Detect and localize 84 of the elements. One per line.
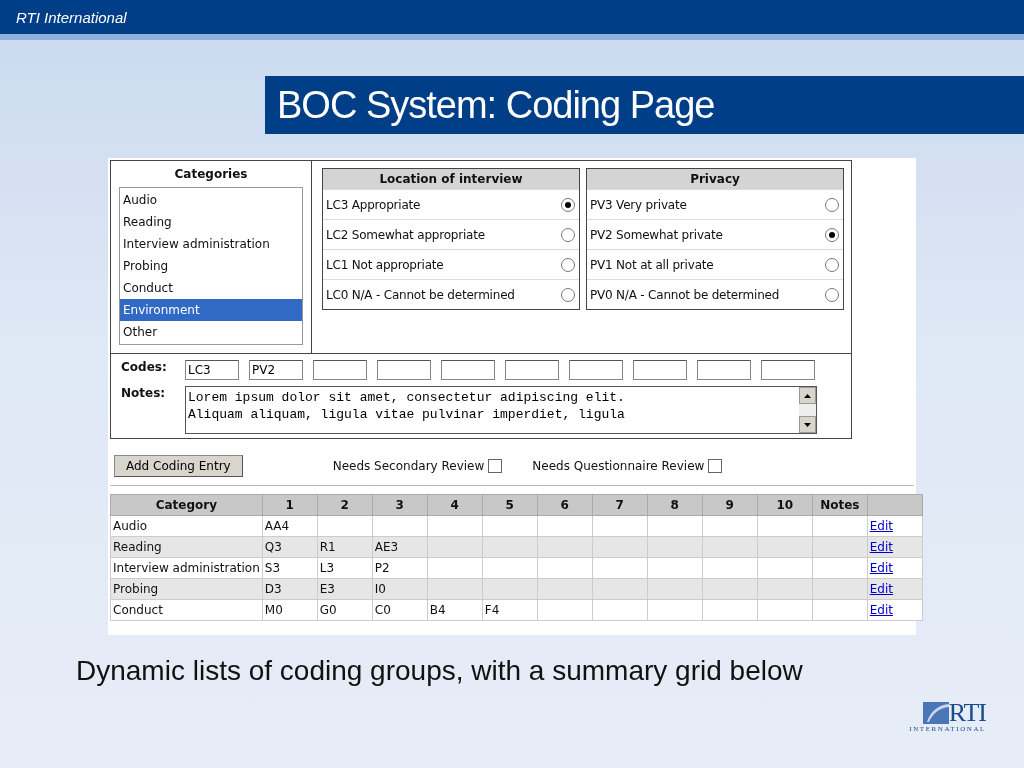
category-cell: Reading xyxy=(113,540,162,554)
code-cell: R1 xyxy=(319,540,336,554)
option-label: LC3 Appropriate xyxy=(326,197,421,212)
column-header: 7 xyxy=(592,494,648,516)
slide-caption: Dynamic lists of coding groups, with a summary grid below xyxy=(76,655,804,687)
radio-button[interactable] xyxy=(825,257,839,272)
option-label: PV1 Not at all private xyxy=(590,257,714,272)
radio-button[interactable] xyxy=(561,197,575,212)
code-cell: M0 xyxy=(264,603,283,617)
category-cell: Probing xyxy=(113,582,159,596)
category-item[interactable]: Other xyxy=(120,321,302,343)
code-cell: E3 xyxy=(319,582,335,596)
column-header: Notes xyxy=(812,494,868,516)
radio-button[interactable] xyxy=(561,257,575,272)
slide-title: BOC System: Coding Page xyxy=(265,76,1024,134)
code-field[interactable] xyxy=(441,360,495,380)
code-cell: Q3 xyxy=(264,540,282,554)
code-cell: S3 xyxy=(264,561,281,575)
codes-label: Codes: xyxy=(121,360,168,374)
checkbox[interactable] xyxy=(488,459,503,473)
column-header: 9 xyxy=(702,494,758,516)
scroll-up-icon xyxy=(804,393,811,398)
column-header: 5 xyxy=(482,494,538,516)
group-title: Location of interview xyxy=(323,169,579,189)
notes-label: Notes: xyxy=(121,386,167,400)
code-cell: P2 xyxy=(374,561,390,575)
notes-field[interactable]: Lorem ipsum dolor sit amet, consectetur adipiscing elit. Aliquam aliquam, ligula vitae pulvinar imperdiet, ligula xyxy=(185,386,817,434)
category-cell: Interview administration xyxy=(113,561,260,575)
code-field[interactable] xyxy=(697,360,751,380)
code-cell: C0 xyxy=(374,603,391,617)
checkbox-label: Needs Questionnaire Review xyxy=(532,459,705,473)
category-item[interactable]: Conduct xyxy=(120,277,302,299)
code-cell: L3 xyxy=(319,561,335,575)
option-label: LC2 Somewhat appropriate xyxy=(326,227,485,242)
checkbox-label: Needs Secondary Review xyxy=(332,459,485,473)
code-cell: AE3 xyxy=(374,540,399,554)
logo-icon xyxy=(922,702,949,724)
column-header: Category xyxy=(110,494,263,516)
code-field[interactable] xyxy=(377,360,431,380)
code-cell: F4 xyxy=(484,603,500,617)
radio-button[interactable] xyxy=(825,227,839,242)
code-field[interactable] xyxy=(313,360,367,380)
option-label: LC1 Not appropriate xyxy=(326,257,444,272)
column-header: 6 xyxy=(537,494,593,516)
radio-button[interactable] xyxy=(825,197,839,212)
option-label: PV0 N/A - Cannot be determined xyxy=(590,287,780,302)
option-label: LC0 N/A - Cannot be determined xyxy=(326,287,515,302)
scroll-down-icon xyxy=(804,422,811,427)
code-field[interactable]: PV2 xyxy=(249,360,303,380)
category-item[interactable]: Audio xyxy=(120,189,302,211)
code-cell: G0 xyxy=(319,603,337,617)
option-label: PV2 Somewhat private xyxy=(590,227,723,242)
checkbox[interactable] xyxy=(708,459,723,473)
logo-name: RTI xyxy=(948,701,986,725)
column-header: 1 xyxy=(262,494,318,516)
category-item[interactable]: Environment xyxy=(120,299,302,321)
column-header: 10 xyxy=(757,494,813,516)
radio-button[interactable] xyxy=(825,287,839,302)
code-field[interactable] xyxy=(569,360,623,380)
code-field[interactable]: LC3 xyxy=(185,360,239,380)
group-title: Privacy xyxy=(587,169,843,189)
brand-name: RTI International xyxy=(16,8,127,26)
categories-title: Categories xyxy=(174,167,248,181)
add-coding-entry-button[interactable]: Add Coding Entry xyxy=(114,455,243,477)
code-field[interactable] xyxy=(505,360,559,380)
code-cell: AA4 xyxy=(264,519,290,533)
category-cell: Audio xyxy=(113,519,148,533)
code-cell: D3 xyxy=(264,582,282,596)
option-label: PV3 Very private xyxy=(590,197,687,212)
code-field[interactable] xyxy=(761,360,815,380)
category-cell: Conduct xyxy=(113,603,163,617)
code-cell: I0 xyxy=(374,582,386,596)
code-field[interactable] xyxy=(633,360,687,380)
category-item[interactable]: Reading xyxy=(120,211,302,233)
category-item[interactable]: Interview administration xyxy=(120,233,302,255)
code-cell: B4 xyxy=(429,603,446,617)
column-header: 8 xyxy=(647,494,703,516)
column-header: 3 xyxy=(372,494,428,516)
column-header: 4 xyxy=(427,494,483,516)
radio-button[interactable] xyxy=(561,287,575,302)
category-item[interactable]: Probing xyxy=(120,255,302,277)
radio-button[interactable] xyxy=(561,227,575,242)
column-header: 2 xyxy=(317,494,373,516)
scrollbar[interactable] xyxy=(799,387,816,433)
